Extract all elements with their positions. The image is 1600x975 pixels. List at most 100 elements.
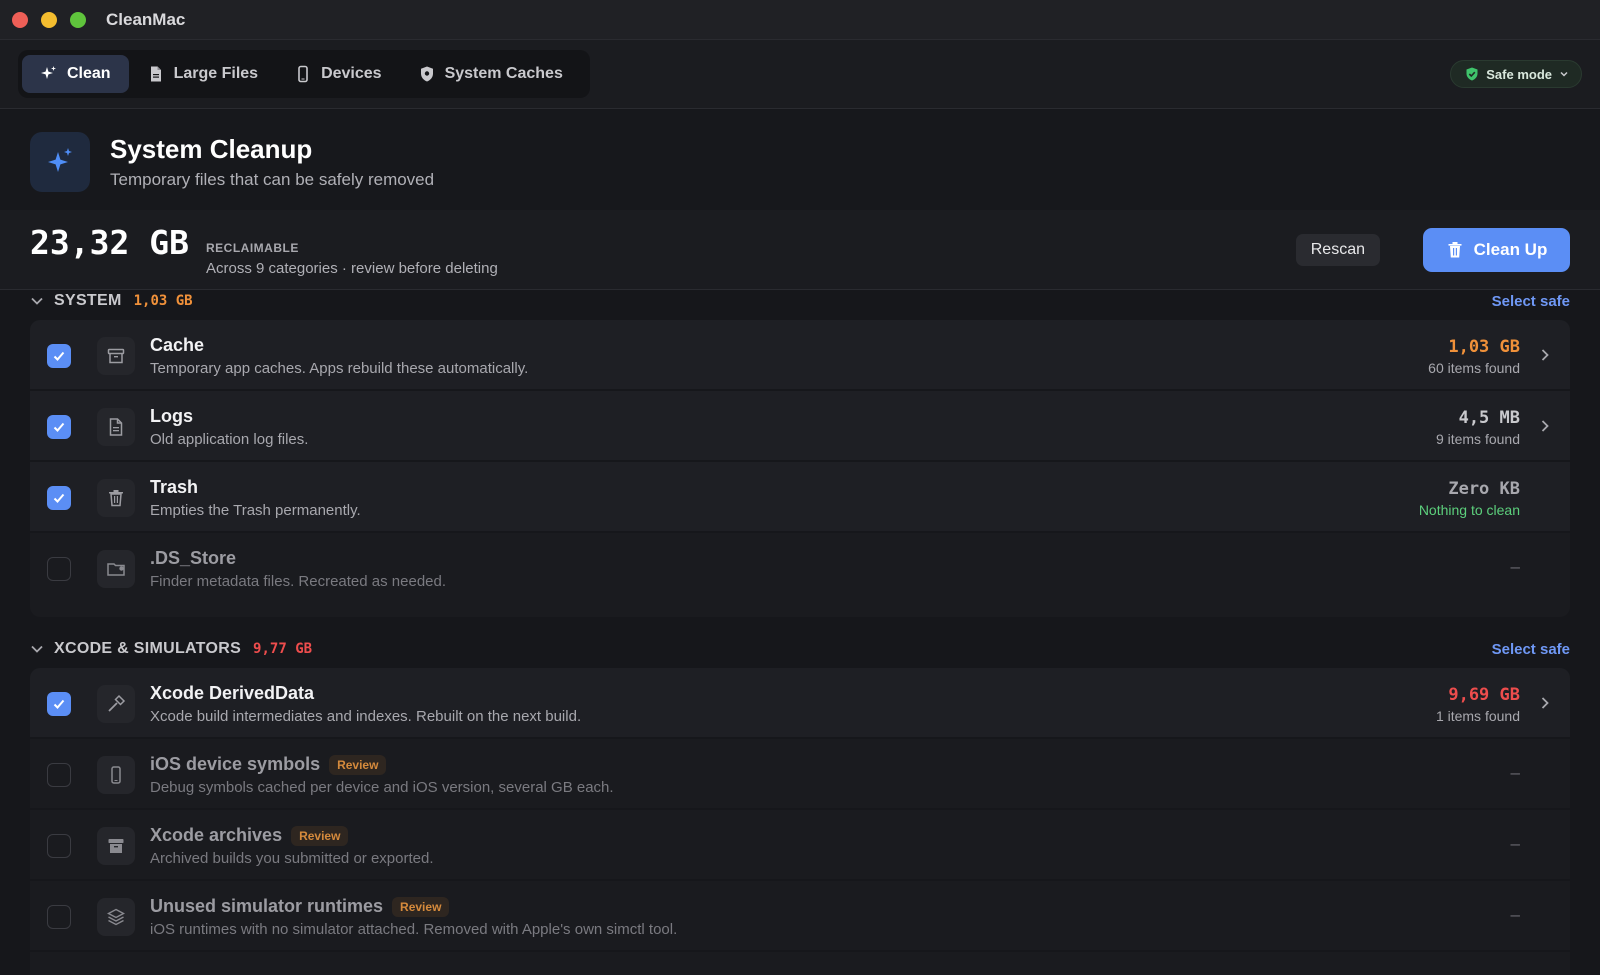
section-title: SYSTEM (54, 292, 122, 309)
reclaimable-size: 23,32 GB (30, 223, 189, 262)
window-controls (12, 11, 86, 28)
select-safe-link[interactable]: Select safe (1492, 293, 1570, 310)
item-name-text: Xcode archives (150, 825, 283, 845)
list-item-cache[interactable]: Cache Temporary app caches. Apps rebuild… (30, 320, 1570, 391)
chevron-down-icon (1560, 71, 1568, 77)
reclaimable-subtitle: Across 9 categories · review before dele… (206, 260, 498, 277)
tab-label: Large Files (173, 65, 259, 82)
item-checkbox[interactable] (47, 692, 71, 716)
item-name: iOS device symbols Review (150, 754, 387, 775)
item-checkbox[interactable] (47, 834, 71, 858)
list-item-logs[interactable]: Logs Old application log files. 4,5 MB 9… (30, 391, 1570, 462)
item-name: .DS_Store (150, 548, 236, 569)
title-bar: CleanMac (0, 0, 1600, 40)
item-size: 9,69 GB (1448, 685, 1520, 705)
chevron-down-icon[interactable] (30, 642, 44, 656)
item-status: Nothing to clean (1418, 502, 1520, 518)
checkmark-icon (53, 699, 65, 709)
list-item-trash[interactable]: Trash Empties the Trash permanently. Zer… (30, 462, 1570, 533)
review-badge: Review (392, 896, 450, 917)
item-icon-tile (97, 408, 135, 446)
zoom-window-button[interactable] (70, 11, 86, 28)
tab-label: Devices (321, 65, 382, 82)
item-icon-tile (97, 685, 135, 723)
section-size: 1,03 GB (133, 293, 193, 309)
chevron-right-icon[interactable] (1538, 418, 1552, 434)
reclaimable-label: RECLAIMABLE (206, 241, 299, 255)
trash-icon (109, 490, 123, 507)
rescan-button[interactable]: Rescan (1295, 234, 1380, 266)
item-description: Temporary app caches. Apps rebuild these… (150, 360, 529, 377)
item-size: 4,5 MB (1458, 408, 1520, 428)
app-title: CleanMac (106, 9, 186, 29)
list-item-ds-store[interactable]: .DS_Store Finder metadata files. Recreat… (30, 533, 1570, 613)
tab-system-caches[interactable]: System Caches (400, 55, 581, 93)
item-count: 60 items found (1428, 360, 1520, 376)
item-name-text: Xcode DerivedData (150, 683, 315, 703)
safe-mode-toggle[interactable]: Safe mode (1450, 60, 1582, 88)
checkmark-icon (53, 493, 65, 503)
tab-bar: Clean Large Files Devices System Caches (18, 50, 590, 98)
item-count: 1 items found (1435, 708, 1520, 724)
select-safe-link[interactable]: Select safe (1492, 641, 1570, 658)
item-name-text: .DS_Store (150, 548, 237, 568)
hammer-icon (108, 694, 126, 712)
item-count: 9 items found (1435, 431, 1520, 447)
item-checkbox[interactable] (47, 557, 71, 581)
checkmark-icon (53, 422, 65, 432)
item-name: Xcode DerivedData (150, 683, 314, 704)
list-item-ios-device-symbols[interactable]: iOS device symbols Review Debug symbols … (30, 739, 1570, 810)
chevron-right-icon[interactable] (1538, 347, 1552, 363)
item-checkbox[interactable] (47, 486, 71, 510)
list-item-derived-data[interactable]: Xcode DerivedData Xcode build intermedia… (30, 668, 1570, 739)
item-name: Xcode archives Review (150, 825, 349, 846)
device-icon (111, 766, 121, 784)
sparkle-icon (48, 148, 72, 172)
section-title: XCODE & SIMULATORS (54, 640, 242, 657)
tab-clean[interactable]: Clean (22, 55, 129, 93)
hero-icon-tile (30, 132, 90, 192)
chevron-down-icon[interactable] (30, 294, 44, 308)
folder-icon (107, 563, 125, 576)
tab-label: Clean (67, 65, 111, 82)
item-icon-tile (97, 337, 135, 375)
trash-icon (1448, 242, 1462, 258)
item-size: 1,03 GB (1448, 337, 1520, 357)
item-checkbox[interactable] (47, 763, 71, 787)
chevron-right-icon[interactable] (1538, 695, 1552, 711)
tab-devices[interactable]: Devices (276, 55, 400, 93)
item-name: Unused simulator runtimes Review (150, 896, 450, 917)
item-name-text: Unused simulator runtimes (150, 896, 384, 916)
archive-icon (108, 839, 124, 853)
item-description: iOS runtimes with no simulator attached.… (150, 921, 678, 938)
archive-box-icon (107, 348, 125, 364)
clean-up-label: Clean Up (1473, 240, 1548, 259)
checkmark-icon (53, 351, 65, 361)
section-header-xcode: XCODE & SIMULATORS 9,77 GB Select safe (30, 637, 1570, 661)
clean-up-button[interactable]: Clean Up (1423, 228, 1570, 272)
list-item-xcode-archives[interactable]: Xcode archives Review Archived builds yo… (30, 810, 1570, 881)
tab-large-files[interactable]: Large Files (129, 55, 276, 93)
shield-icon (420, 66, 433, 82)
review-badge: Review (329, 754, 387, 775)
item-checkbox[interactable] (47, 344, 71, 368)
tab-label: System Caches (444, 65, 563, 82)
item-description: Old application log files. (150, 431, 309, 448)
item-checkbox[interactable] (47, 905, 71, 929)
item-checkbox[interactable] (47, 415, 71, 439)
list-item-simulator-runtimes[interactable]: Unused simulator runtimes Review iOS run… (30, 881, 1570, 952)
item-name: Trash (150, 477, 198, 498)
layers-icon (107, 908, 125, 926)
xcode-items-list: Xcode DerivedData Xcode build intermedia… (30, 668, 1570, 975)
item-icon-tile (97, 756, 135, 794)
item-icon-tile (97, 898, 135, 936)
minimize-window-button[interactable] (41, 11, 57, 28)
review-badge: Review (291, 825, 349, 846)
safe-mode-label: Safe mode (1486, 66, 1552, 82)
item-name: Logs (150, 406, 193, 427)
close-window-button[interactable] (12, 11, 28, 28)
page-title: System Cleanup (110, 134, 313, 164)
shield-check-icon (1466, 67, 1478, 81)
item-name: Cache (150, 335, 204, 356)
item-size-empty: – (1510, 557, 1520, 576)
